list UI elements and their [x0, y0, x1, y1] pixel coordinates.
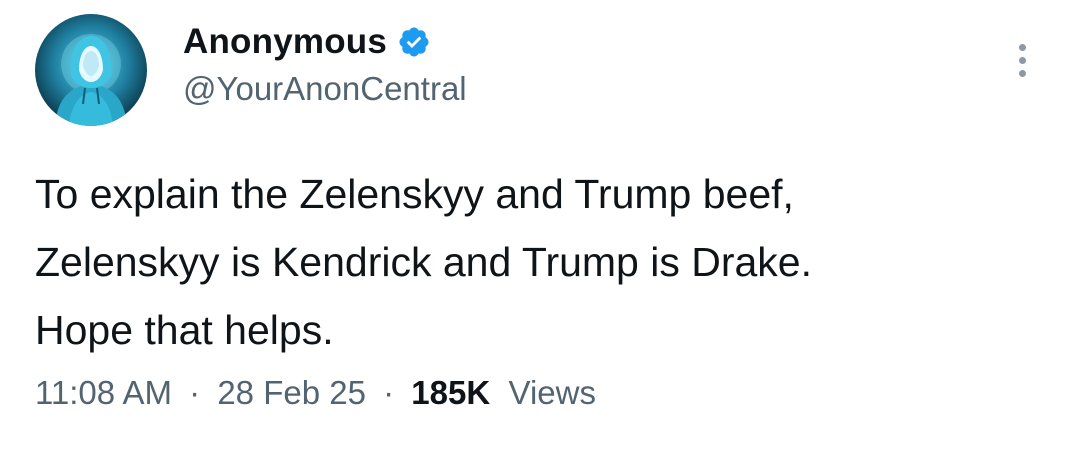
tweet-meta: 11:08 AM · 28 Feb 25 · 185K Views — [35, 374, 596, 412]
tweet-date[interactable]: 28 Feb 25 — [217, 374, 366, 411]
avatar[interactable] — [35, 14, 147, 126]
meta-separator: · — [383, 374, 395, 411]
views-label: Views — [499, 374, 596, 411]
more-vertical-icon — [1018, 56, 1026, 64]
more-vertical-icon — [1018, 69, 1026, 77]
verified-badge-icon[interactable] — [397, 25, 431, 59]
tweet-time[interactable]: 11:08 AM — [35, 374, 172, 411]
author-handle[interactable]: @YourAnonCentral — [183, 70, 467, 108]
tweet-text: To explain the Zelenskyy and Trump beef,… — [35, 160, 1055, 364]
views-count[interactable]: 185K — [411, 374, 490, 411]
meta-separator: · — [189, 374, 201, 411]
hooded-figure-icon — [55, 34, 127, 126]
tweet: Anonymous @YourAnonCentral To explain th… — [0, 0, 1080, 453]
tweet-text-line: To explain the Zelenskyy and Trump beef, — [35, 171, 794, 217]
tweet-text-line: Hope that helps. — [35, 307, 334, 353]
author-display-name[interactable]: Anonymous — [183, 22, 387, 62]
author-name-row: Anonymous — [183, 20, 431, 64]
tweet-text-line: Zelenskyy is Kendrick and Trump is Drake… — [35, 239, 812, 285]
more-vertical-icon — [1018, 43, 1026, 51]
more-options-button[interactable] — [1004, 36, 1040, 84]
